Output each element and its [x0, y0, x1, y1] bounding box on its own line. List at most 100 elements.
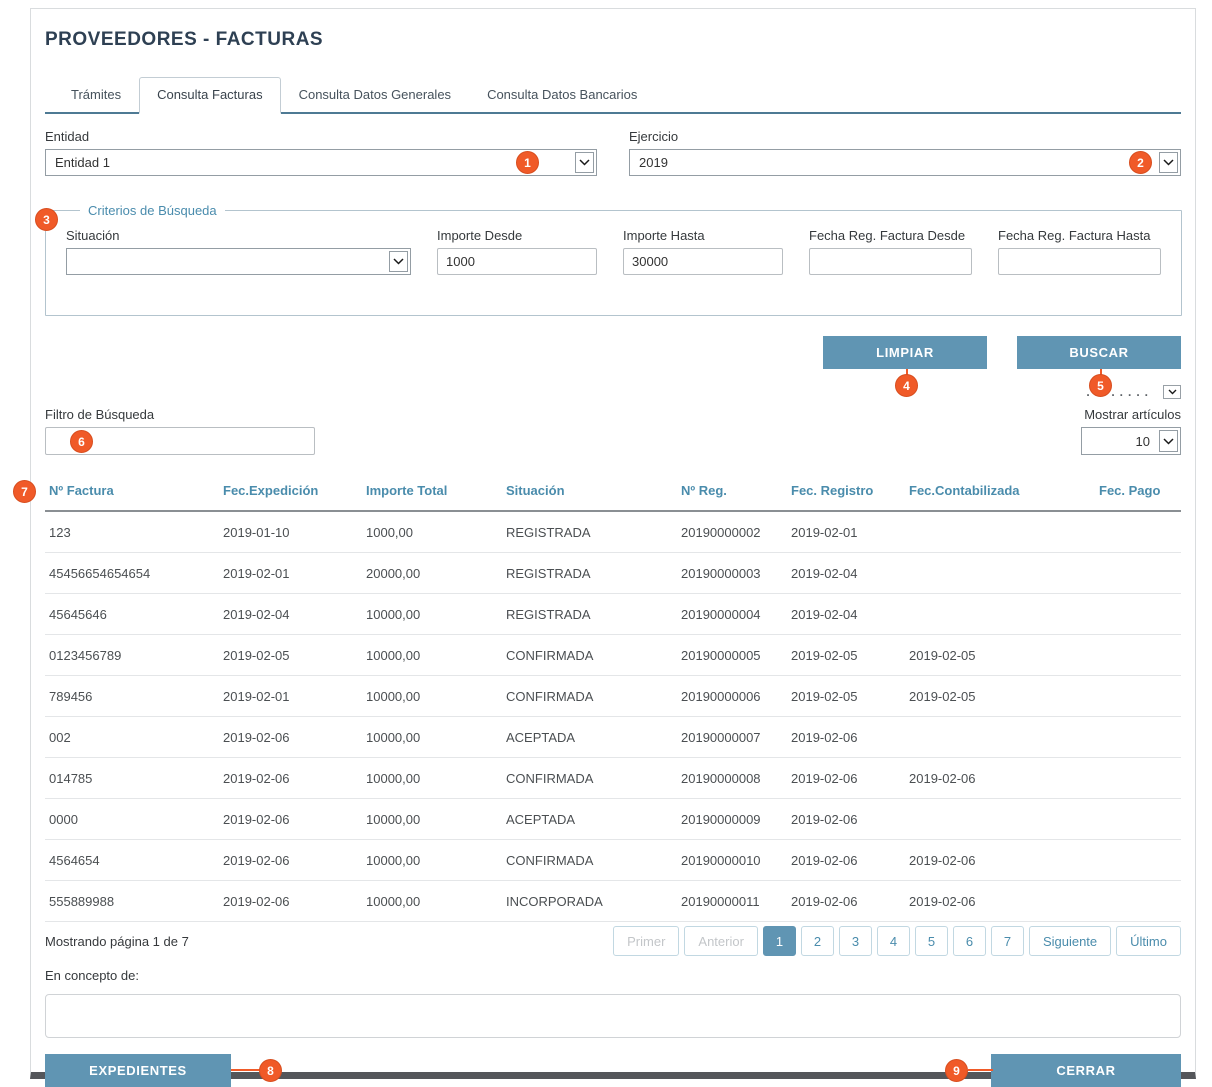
importe-desde-input[interactable] [437, 248, 597, 275]
table-cell: 2019-02-06 [905, 758, 1095, 798]
table-row[interactable]: 454566546546542019-02-0120000,00REGISTRA… [45, 553, 1181, 594]
table-cell: 1000,00 [362, 512, 502, 552]
page-number-button-2[interactable]: 2 [801, 926, 834, 956]
table-cell: 2019-02-06 [787, 717, 905, 757]
table-cell: 20190000011 [677, 881, 787, 921]
concepto-field: En concepto de: [45, 968, 1181, 1038]
table-cell: 2019-02-06 [905, 881, 1095, 921]
table-cell: 123 [45, 512, 219, 552]
table-row[interactable]: 1232019-01-101000,00REGISTRADA2019000000… [45, 512, 1181, 553]
table-cell: 10000,00 [362, 881, 502, 921]
table-cell [1095, 799, 1181, 839]
table-cell [1095, 553, 1181, 593]
filtro-field: Filtro de Búsqueda 6 [45, 407, 315, 455]
table-cell: 20190000008 [677, 758, 787, 798]
chevron-down-icon [1159, 152, 1178, 173]
page-number-button-3[interactable]: 3 [839, 926, 872, 956]
table-cell: 2019-02-06 [219, 799, 362, 839]
page-last-button[interactable]: Último [1116, 926, 1181, 956]
importe-hasta-input[interactable] [623, 248, 783, 275]
footer-actions: EXPEDIENTES CERRAR 8 9 [45, 1054, 1181, 1087]
table-cell: CONFIRMADA [502, 758, 677, 798]
table-cell: 20190000005 [677, 635, 787, 675]
tab-consulta-datos-bancarios[interactable]: Consulta Datos Bancarios [469, 77, 655, 112]
table-cell [905, 512, 1095, 552]
table-cell: CONFIRMADA [502, 676, 677, 716]
annotation-badge-5: 5 [1089, 374, 1112, 397]
ejercicio-select[interactable]: 2019 [629, 149, 1181, 176]
facturas-table: 7 Nº FacturaFec.ExpediciónImporte TotalS… [45, 475, 1181, 922]
table-cell: 2019-02-06 [219, 840, 362, 880]
annotation-connector [231, 1069, 260, 1071]
limpiar-button[interactable]: LIMPIAR [823, 336, 987, 369]
annotation-badge-6: 6 [70, 430, 93, 453]
table-row[interactable]: 5558899882019-02-0610000,00INCORPORADA20… [45, 881, 1181, 922]
fecha-hasta-label: Fecha Reg. Factura Hasta [998, 228, 1161, 243]
table-row[interactable]: 0022019-02-0610000,00ACEPTADA20190000007… [45, 717, 1181, 758]
expedientes-button[interactable]: EXPEDIENTES [45, 1054, 231, 1087]
page-number-button-6[interactable]: 6 [953, 926, 986, 956]
table-cell: 0123456789 [45, 635, 219, 675]
entity-year-row: Entidad Entidad 1 1 Ejercicio 2019 2 [45, 129, 1181, 176]
criterios-fieldset: Criterios de Búsqueda 3 Situación Import… [45, 203, 1182, 316]
table-row[interactable]: 7894562019-02-0110000,00CONFIRMADA201900… [45, 676, 1181, 717]
column-header-fec.-registro: Fec. Registro [787, 475, 905, 510]
table-cell [1095, 758, 1181, 798]
tab-consulta-facturas[interactable]: Consulta Facturas [139, 77, 281, 114]
table-cell [1095, 512, 1181, 552]
tab-consulta-datos-generales[interactable]: Consulta Datos Generales [281, 77, 469, 112]
fecha-desde-input[interactable] [809, 248, 972, 275]
table-header-row: Nº FacturaFec.ExpediciónImporte TotalSit… [45, 475, 1181, 512]
page-title: PROVEEDORES - FACTURAS [45, 29, 1181, 51]
criterios-fields: Situación Importe Desde Importe Hasta Fe… [66, 228, 1161, 275]
table-cell: 20190000004 [677, 594, 787, 634]
table-row[interactable]: 00002019-02-0610000,00ACEPTADA2019000000… [45, 799, 1181, 840]
table-cell [1095, 594, 1181, 634]
table-cell: 555889988 [45, 881, 219, 921]
concepto-input[interactable] [45, 994, 1181, 1038]
page-number-button-1[interactable]: 1 [763, 926, 796, 956]
mostrar-select[interactable]: 10 [1081, 427, 1181, 455]
table-cell [1095, 676, 1181, 716]
table-row[interactable]: 0147852019-02-0610000,00CONFIRMADA201900… [45, 758, 1181, 799]
table-cell: 2019-02-06 [787, 799, 905, 839]
table-row[interactable]: 01234567892019-02-0510000,00CONFIRMADA20… [45, 635, 1181, 676]
page-number-button-4[interactable]: 4 [877, 926, 910, 956]
page-number-button-5[interactable]: 5 [915, 926, 948, 956]
fecha-hasta-input[interactable] [998, 248, 1161, 275]
filtro-label: Filtro de Búsqueda [45, 407, 315, 422]
entidad-field: Entidad Entidad 1 1 [45, 129, 597, 176]
column-header-fec.contabilizada: Fec.Contabilizada [905, 475, 1095, 510]
table-row[interactable]: 45646542019-02-0610000,00CONFIRMADA20190… [45, 840, 1181, 881]
buscar-button[interactable]: BUSCAR [1017, 336, 1181, 369]
entidad-label: Entidad [45, 129, 597, 144]
table-cell: 20190000007 [677, 717, 787, 757]
column-header-nº-reg.: Nº Reg. [677, 475, 787, 510]
mini-dropdown[interactable] [1163, 385, 1181, 399]
ejercicio-label: Ejercicio [629, 129, 1181, 144]
entidad-select[interactable]: Entidad 1 [45, 149, 597, 176]
page-next-button[interactable]: Siguiente [1029, 926, 1111, 956]
mostrar-field: Mostrar artículos 10 [1081, 407, 1181, 455]
table-cell: REGISTRADA [502, 594, 677, 634]
table-row[interactable]: 456456462019-02-0410000,00REGISTRADA2019… [45, 594, 1181, 635]
situacion-select[interactable] [66, 248, 411, 275]
table-cell: 2019-02-06 [787, 840, 905, 880]
tab-tramites[interactable]: Trámites [53, 77, 139, 112]
cerrar-button[interactable]: CERRAR [991, 1054, 1181, 1087]
table-cell [1095, 717, 1181, 757]
fecha-hasta-field: Fecha Reg. Factura Hasta [998, 228, 1161, 275]
situacion-label: Situación [66, 228, 411, 243]
annotation-badge-8: 8 [259, 1059, 282, 1082]
ejercicio-select-value: 2019 [639, 155, 1150, 170]
column-header-nº-factura: Nº Factura [45, 475, 219, 510]
proveedores-facturas-window: PROVEEDORES - FACTURAS TrámitesConsulta … [30, 8, 1196, 1079]
page-number-button-7[interactable]: 7 [991, 926, 1024, 956]
concepto-label: En concepto de: [45, 968, 1181, 983]
table-cell: ACEPTADA [502, 717, 677, 757]
table-cell: 10000,00 [362, 676, 502, 716]
list-controls: Filtro de Búsqueda 6 Mostrar artículos 1… [45, 407, 1181, 455]
importe-hasta-label: Importe Hasta [623, 228, 783, 243]
fecha-desde-label: Fecha Reg. Factura Desde [809, 228, 972, 243]
table-cell: 789456 [45, 676, 219, 716]
